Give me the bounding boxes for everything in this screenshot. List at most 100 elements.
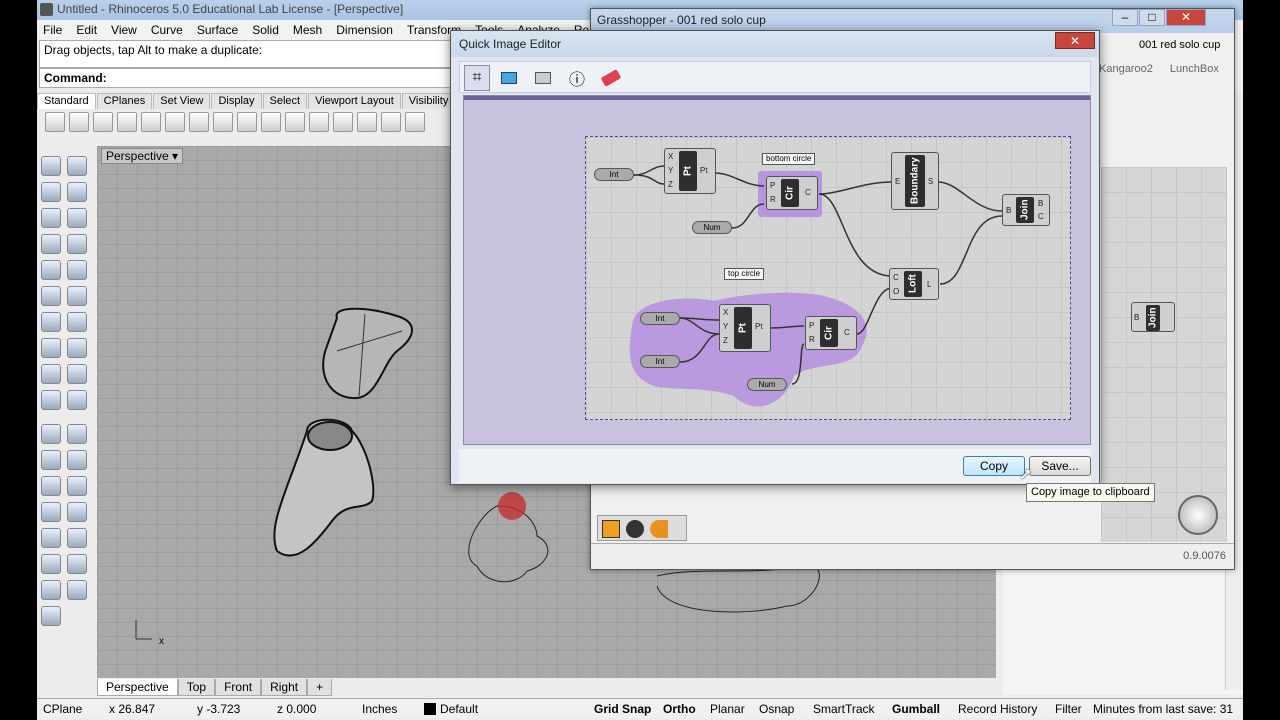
polygon-icon[interactable] [41,234,61,254]
preview-icon[interactable] [602,520,620,538]
properties-icon[interactable] [41,580,61,600]
int-param-3[interactable]: Int [640,355,680,368]
status-layer[interactable]: Default [440,702,478,716]
viewport-label[interactable]: Perspective ▾ [101,148,184,164]
num-param-2[interactable]: Num [747,378,787,391]
group-icon[interactable] [41,502,61,522]
boundary-component[interactable]: E Boundary S [891,152,939,210]
array-icon[interactable] [41,528,61,548]
select-arrow-icon[interactable] [41,156,61,176]
num-param-1[interactable]: Num [692,221,732,234]
join-icon[interactable] [41,450,61,470]
int-param-1[interactable]: Int [594,168,634,181]
mesh-icon[interactable] [67,338,87,358]
wireframe-icon[interactable] [626,520,644,538]
dimension-icon[interactable] [67,476,87,496]
tab-standard[interactable]: Standard [37,93,96,109]
status-record-history[interactable]: Record History [958,702,1037,716]
layers-icon[interactable] [141,112,161,132]
shaded-icon[interactable] [650,520,668,538]
transform-icon[interactable] [41,364,61,384]
move-icon[interactable] [285,112,305,132]
zoom-icon[interactable] [309,112,329,132]
qie-preview-area[interactable]: Int X Y Z Pt Pt bottom circle P R Cir C … [463,95,1091,445]
print-icon[interactable] [117,112,137,132]
history-icon[interactable] [41,606,61,626]
status-osnap[interactable]: Osnap [759,702,794,716]
maximize-button[interactable]: □ [1139,9,1165,26]
tab-set-view[interactable]: Set View [153,93,211,109]
vp-tab-top[interactable]: Top [177,679,216,696]
int-param-2[interactable]: Int [640,312,680,325]
rectangle-icon[interactable] [67,234,87,254]
status-grid-snap[interactable]: Grid Snap [594,702,651,716]
status-smarttrack[interactable]: SmartTrack [813,702,875,716]
vp-tab-right[interactable]: Right [261,679,308,696]
gh-close-button[interactable]: ✕ [1166,9,1206,26]
open-folder-icon[interactable] [69,112,89,132]
vp-tab-add[interactable]: + [307,679,333,696]
surface-icon[interactable] [41,286,61,306]
layout-icon[interactable] [67,528,87,548]
curve-tools-icon[interactable] [41,260,61,280]
tab-lunchbox[interactable]: LunchBox [1170,63,1219,75]
curve-icon[interactable] [67,182,87,202]
minimize-button[interactable]: – [1112,9,1138,26]
gh-join-component[interactable]: Join B [1131,302,1175,332]
join-component[interactable]: B Join B C [1002,194,1050,226]
fillet-icon[interactable] [67,260,87,280]
cut-icon[interactable] [165,112,185,132]
boolean-icon[interactable] [41,424,61,444]
pan-hand-icon[interactable] [261,112,281,132]
tab-visibility[interactable]: Visibility [401,93,456,109]
cylinder-icon[interactable] [41,338,61,358]
move-tool-icon[interactable] [41,390,61,410]
render-icon[interactable] [41,554,61,574]
analyze-icon[interactable] [67,364,87,384]
explode-icon[interactable] [67,450,87,470]
menu-curve[interactable]: Curve [151,23,183,37]
box-icon[interactable] [41,312,61,332]
block-icon[interactable] [67,502,87,522]
save-icon[interactable] [93,112,113,132]
options-icon[interactable] [67,580,87,600]
menu-surface[interactable]: Surface [197,23,238,37]
solid-tools-icon[interactable] [67,312,87,332]
vp-tab-perspective[interactable]: Perspective [97,679,178,696]
status-planar[interactable]: Planar [710,702,745,716]
info-icon[interactable]: ⓘ [564,65,590,91]
pt-component-1[interactable]: X Y Z Pt Pt [664,148,716,194]
menu-solid[interactable]: Solid [252,23,279,37]
tab-display[interactable]: Display [211,93,262,109]
menu-view[interactable]: View [111,23,137,37]
copy-button[interactable]: Copy [963,456,1025,476]
tab-kangaroo2[interactable]: Kangaroo2 [1099,63,1153,75]
scale-icon[interactable] [67,390,87,410]
tab-select[interactable]: Select [262,93,308,109]
rotate-icon[interactable] [67,424,87,444]
navigation-wheel-icon[interactable] [1178,495,1218,535]
grid-icon[interactable] [530,65,556,91]
cir-component-2[interactable]: P R Cir C [805,316,857,350]
menu-mesh[interactable]: Mesh [293,23,322,37]
background-icon[interactable] [496,65,522,91]
circle-icon[interactable] [41,208,61,228]
qie-close-button[interactable]: ✕ [1055,32,1095,49]
tab-cplanes[interactable]: CPlanes [96,93,153,109]
status-filter[interactable]: Filter [1055,702,1082,716]
menu-dimension[interactable]: Dimension [336,23,393,37]
eraser-icon[interactable] [598,65,624,91]
loft-component[interactable]: C O Loft L [889,268,939,300]
paste-icon[interactable] [213,112,233,132]
vp-tab-front[interactable]: Front [215,679,262,696]
undo-icon[interactable] [237,112,257,132]
status-ortho[interactable]: Ortho [663,702,696,716]
menu-file[interactable]: File [43,23,62,37]
save-button[interactable]: Save... [1029,456,1091,476]
menu-edit[interactable]: Edit [76,23,97,37]
gh-document-name[interactable]: 001 red solo cup [1139,39,1220,51]
pt-component-2[interactable]: X Y Z Pt Pt [719,304,771,352]
zoom-window-icon[interactable] [333,112,353,132]
zoom-extents-icon[interactable] [357,112,377,132]
status-gumball[interactable]: Gumball [892,702,940,716]
